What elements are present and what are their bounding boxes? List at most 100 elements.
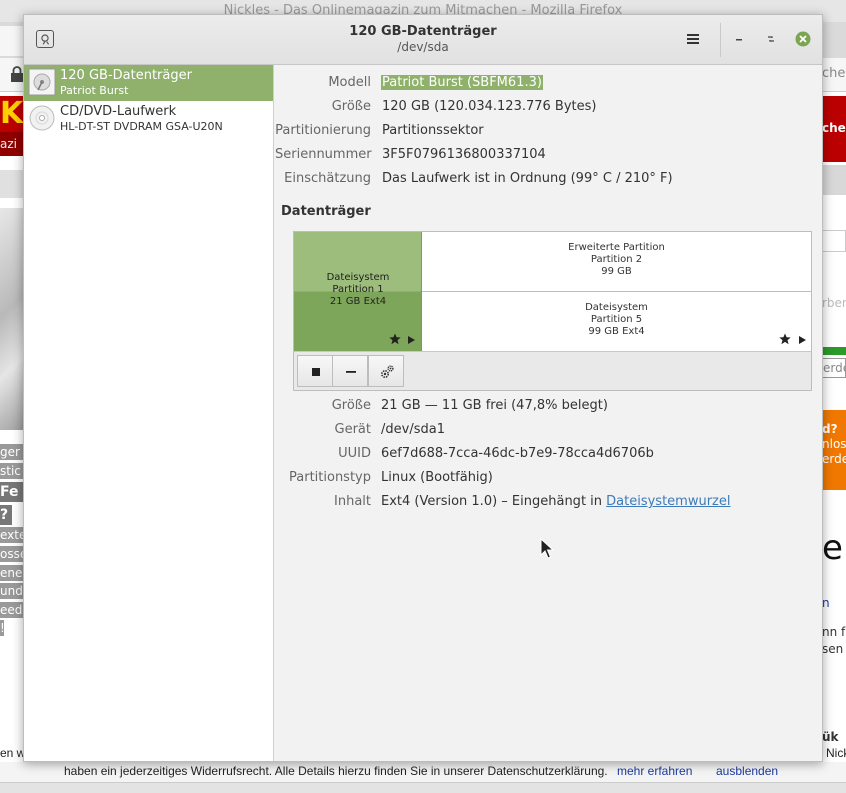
hamburger-menu-icon[interactable] (686, 32, 700, 46)
partition-contents-value: Ext4 (Version 1.0) – Eingehängt in Datei… (381, 494, 731, 509)
device-model: Patriot Burst (60, 84, 129, 97)
serial-label: Seriennummer (275, 147, 372, 162)
sidebar-promo-box[interactable]: d? nlos erde (822, 410, 846, 490)
partition-type: Dateisystem (585, 302, 648, 313)
assessment-label: Einschätzung (284, 171, 371, 186)
partitioning-label: Partitionierung (275, 123, 371, 138)
sidebar-link-fragment[interactable]: n (822, 596, 846, 612)
close-icon[interactable] (795, 31, 811, 47)
partition-type-value: Linux (Bootfähig) (381, 470, 493, 485)
partition-type-label: Partitionstyp (289, 470, 371, 485)
partition-1-block[interactable]: Dateisystem Partition 1 21 GB Ext4 (294, 232, 422, 351)
volume-toolbar (294, 351, 811, 390)
cookie-hide-link[interactable]: ausblenden (716, 764, 778, 778)
page-nav-stub (822, 165, 846, 195)
article-text-fragment: eede (0, 602, 24, 618)
partition-size: 99 GB (601, 266, 632, 277)
disk-details-panel: Modell Patriot Burst (SBFM61.3) Größe 12… (275, 65, 822, 761)
sidebar-text-fragment: sen (822, 642, 844, 656)
partition-size-label: Größe (331, 398, 371, 413)
site-header-fragment: chen (822, 96, 846, 162)
article-text-fragment: ? (0, 505, 12, 525)
partition-device-label: Gerät (334, 422, 371, 437)
window-subtitle: /dev/sda (397, 40, 449, 54)
lock-icon (11, 66, 23, 82)
size-label: Größe (331, 99, 371, 114)
site-logo-letter: K (0, 96, 24, 131)
partition-options-button[interactable] (368, 355, 404, 387)
mouse-cursor-icon (540, 538, 554, 559)
partition-5-block[interactable]: Dateisystem Partition 5 99 GB Ext4 (422, 292, 811, 351)
header-separator (720, 23, 721, 57)
star-icon (389, 333, 401, 345)
disks-window: 120 GB-Datenträger /dev/sda 120 GB-Daten… (23, 14, 823, 762)
promo-line: d? (822, 422, 838, 436)
article-text-fragment: ! (0, 620, 4, 636)
hard-disk-icon (28, 68, 56, 96)
device-name: CD/DVD-Laufwerk (60, 104, 177, 119)
browser-status-bar (0, 782, 846, 793)
contents-text: Ext4 (Version 1.0) – Eingehängt in (381, 494, 607, 509)
optical-disc-icon (29, 105, 55, 131)
cookie-more-link[interactable]: mehr erfahren (617, 764, 692, 778)
article-text-fragment: exte (0, 527, 24, 543)
article-text-fragment: ger - (0, 444, 24, 460)
size-value: 120 GB (120.034.123.776 Bytes) (382, 99, 597, 114)
device-item-disk[interactable]: 120 GB-Datenträger Patriot Burst (24, 65, 273, 101)
sidebar-text-fragment: ük (822, 730, 839, 744)
cookie-banner-text: haben ein jederzeitiges Widerrufsrecht. … (64, 764, 608, 778)
article-text-fragment: Fe (0, 482, 24, 502)
unmount-button[interactable] (297, 355, 333, 387)
partition-size: 21 GB Ext4 (329, 296, 387, 307)
partition-uuid-label: UUID (338, 446, 371, 461)
article-text-fragment: und (0, 583, 24, 599)
sidebar-text-fragment: rben (822, 296, 846, 310)
article-text-fragment: ene (0, 565, 24, 581)
device-name: 120 GB-Datenträger (60, 68, 192, 83)
article-text-fragment: stic (0, 463, 24, 479)
partition-number: Partition 5 (590, 314, 643, 325)
device-model: HL-DT-ST DVDRAM GSA-U20N (60, 120, 223, 133)
article-text-fragment: osse (0, 546, 24, 562)
partition-contents-label: Inhalt (334, 494, 371, 509)
minus-icon (346, 371, 356, 373)
sidebar-logo-fragment: e (822, 528, 843, 568)
partition-device-value: /dev/sda1 (381, 422, 445, 437)
cookie-text-fragment: Nick (826, 746, 846, 760)
partitioning-value: Partitionssektor (382, 123, 484, 138)
partition-number: Partition 2 (590, 254, 643, 265)
header-bar: 120 GB-Datenträger /dev/sda (24, 15, 822, 65)
mounted-play-icon (408, 336, 415, 344)
sidebar-button[interactable]: erde (822, 358, 846, 378)
minimize-icon[interactable] (732, 33, 746, 45)
window-title: 120 GB-Datenträger (349, 24, 497, 39)
partition-size: 99 GB Ext4 (588, 326, 645, 337)
assessment-value: Das Laufwerk ist in Ordnung (99° C / 210… (382, 171, 673, 186)
mount-point-link[interactable]: Dateisystemwurzel (606, 494, 730, 509)
promo-line: nlos (822, 437, 846, 451)
cookie-banner: haben ein jederzeitiges Widerrufsrecht. … (0, 762, 846, 782)
serial-value: 3F5F0796136800337104 (382, 147, 546, 162)
partition-uuid-value: 6ef7d688-7cca-46dc-b7e9-78cca4d6706b (381, 446, 654, 461)
mounted-play-icon (799, 336, 806, 344)
sidebar-green-bar (822, 347, 846, 355)
star-icon (779, 333, 791, 345)
partition-label: Dateisystem Partition 5 99 GB Ext4 (422, 302, 811, 338)
page-nav-stub (0, 170, 24, 198)
promo-line: erde (822, 452, 846, 466)
model-value-text[interactable]: Patriot Burst (SBFM61.3) (381, 75, 543, 90)
sidebar-search-field[interactable] (822, 230, 846, 252)
sidebar-text-fragment: nn fü (822, 625, 846, 639)
partition-label: Erweiterte Partition Partition 2 99 GB (422, 242, 811, 278)
article-photo (0, 208, 24, 430)
gears-icon (380, 365, 394, 379)
volumes-section-title: Datenträger (281, 204, 371, 219)
model-value: Patriot Burst (SBFM61.3) (381, 75, 543, 90)
maximize-icon[interactable] (764, 33, 778, 45)
site-logo-subtitle: azi (0, 132, 24, 156)
browser-search-field[interactable]: che (822, 66, 845, 81)
delete-partition-button[interactable] (332, 355, 368, 387)
device-item-optical[interactable]: CD/DVD-Laufwerk HL-DT-ST DVDRAM GSA-U20N (24, 101, 273, 137)
partition-type: Dateisystem (326, 272, 390, 283)
extended-partition-block[interactable]: Erweiterte Partition Partition 2 99 GB (422, 232, 811, 292)
